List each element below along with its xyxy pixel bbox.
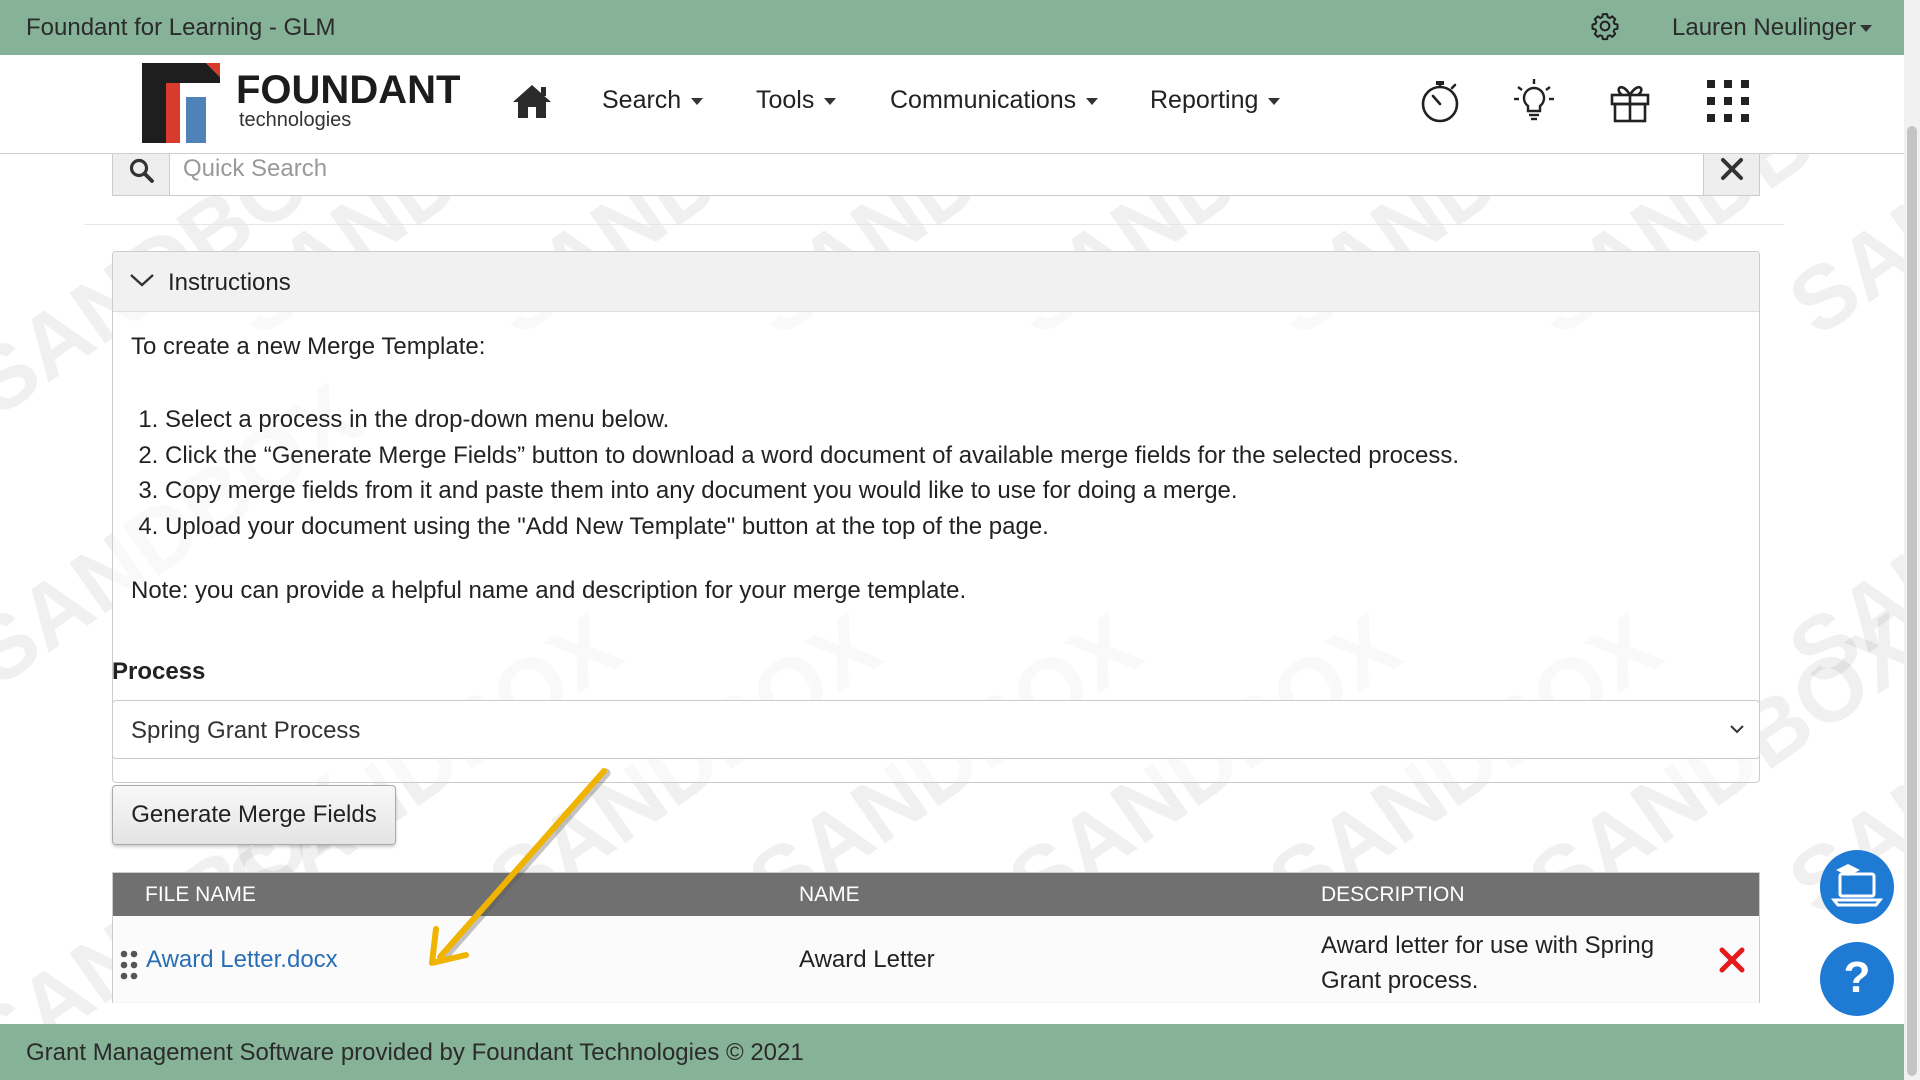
caret-down-icon bbox=[1086, 97, 1099, 105]
quick-search-bar bbox=[112, 154, 1760, 196]
nav-tools-label: Tools bbox=[756, 86, 815, 114]
drag-handle-icon[interactable] bbox=[120, 950, 138, 980]
caret-down-icon bbox=[691, 97, 704, 105]
app-title: Foundant for Learning - GLM bbox=[26, 14, 336, 41]
footer: Grant Management Software provided by Fo… bbox=[0, 1024, 1904, 1080]
instructions-toggle[interactable]: Instructions bbox=[113, 252, 1759, 312]
file-name-link[interactable]: Award Letter.docx bbox=[146, 946, 338, 974]
instructions-note: Note: you can provide a helpful name and… bbox=[131, 577, 967, 604]
instructions-intro: To create a new Merge Template: bbox=[131, 333, 486, 360]
merge-templates-table: FILE NAME NAME DESCRIPTION Award Letter.… bbox=[112, 872, 1760, 1003]
top-bar: Foundant for Learning - GLM Lauren Neuli… bbox=[0, 0, 1904, 55]
caret-down-icon bbox=[824, 97, 837, 105]
training-button[interactable] bbox=[1820, 850, 1894, 924]
caret-down-icon bbox=[1860, 25, 1873, 33]
user-menu[interactable]: Lauren Neulinger bbox=[1672, 14, 1873, 42]
nav-reporting[interactable]: Reporting bbox=[1150, 86, 1281, 115]
quick-search-input[interactable] bbox=[183, 154, 1683, 186]
generate-merge-fields-button[interactable]: Generate Merge Fields bbox=[112, 785, 396, 845]
column-header-name: NAME bbox=[799, 883, 860, 906]
sandbox-watermark: SANDBOX bbox=[1771, 154, 1904, 356]
svg-text:?: ? bbox=[1844, 953, 1871, 1002]
footer-text: Grant Management Software provided by Fo… bbox=[26, 1039, 804, 1066]
delete-icon[interactable] bbox=[1718, 946, 1746, 974]
instruction-step: Upload your document using the "Add New … bbox=[165, 509, 1459, 545]
gear-icon[interactable] bbox=[1590, 11, 1620, 41]
help-button[interactable]: ? bbox=[1820, 942, 1894, 1016]
main-content: SANDBOX SANDBOX SANDBOX SANDBOX SANDBOX … bbox=[0, 154, 1904, 1024]
table-row: Award Letter.docx Award Letter Award let… bbox=[113, 916, 1759, 1003]
annotation-arrow bbox=[429, 768, 611, 966]
nav-search-label: Search bbox=[602, 86, 682, 114]
home-icon[interactable] bbox=[510, 81, 554, 121]
process-label: Process bbox=[112, 658, 206, 685]
process-selected-value: Spring Grant Process bbox=[131, 717, 361, 744]
logo-mark-icon bbox=[142, 63, 220, 143]
main-navbar: FOUNDANT technologies Search Tools Commu… bbox=[0, 55, 1904, 154]
clear-search-button[interactable] bbox=[1703, 154, 1759, 195]
nav-search[interactable]: Search bbox=[602, 86, 704, 115]
instruction-step: Copy merge fields from it and paste them… bbox=[165, 473, 1459, 509]
page-scrollbar[interactable] bbox=[1904, 0, 1920, 1080]
question-icon: ? bbox=[1844, 953, 1871, 1002]
instructions-steps: Select a process in the drop-down menu b… bbox=[165, 402, 1459, 544]
gift-icon[interactable] bbox=[1606, 77, 1654, 125]
divider bbox=[84, 224, 1784, 225]
app-grid-icon[interactable] bbox=[1704, 77, 1752, 125]
chevron-down-icon bbox=[130, 274, 154, 287]
nav-communications-label: Communications bbox=[890, 86, 1077, 114]
nav-tools[interactable]: Tools bbox=[756, 86, 837, 115]
instructions-title: Instructions bbox=[168, 269, 291, 296]
instruction-step: Select a process in the drop-down menu b… bbox=[165, 402, 1459, 438]
column-header-file-name: FILE NAME bbox=[145, 883, 256, 906]
user-name: Lauren Neulinger bbox=[1672, 14, 1857, 41]
logo-sub-text: technologies bbox=[239, 109, 352, 131]
search-addon bbox=[113, 154, 170, 195]
nav-communications[interactable]: Communications bbox=[890, 86, 1099, 115]
table-header: FILE NAME NAME DESCRIPTION bbox=[113, 873, 1759, 916]
scrollbar-thumb[interactable] bbox=[1907, 126, 1917, 1076]
foundant-logo[interactable]: FOUNDANT technologies bbox=[136, 57, 460, 143]
sandbox-watermark: SANDBOX bbox=[1771, 365, 1904, 706]
chevron-down-icon bbox=[1730, 725, 1744, 734]
lightbulb-icon[interactable] bbox=[1510, 77, 1558, 125]
process-select[interactable]: Spring Grant Process bbox=[112, 700, 1760, 759]
caret-down-icon bbox=[1268, 97, 1281, 105]
column-header-description: DESCRIPTION bbox=[1321, 883, 1465, 906]
template-name: Award Letter bbox=[799, 946, 935, 973]
laptop-graduation-icon bbox=[1830, 864, 1884, 907]
logo-brand-text: FOUNDANT bbox=[236, 68, 461, 112]
nav-reporting-label: Reporting bbox=[1150, 86, 1259, 114]
template-description: Award letter for use with Spring Grant p… bbox=[1321, 932, 1655, 994]
search-icon bbox=[129, 158, 154, 183]
close-icon bbox=[1721, 158, 1743, 180]
stopwatch-icon[interactable] bbox=[1416, 77, 1464, 125]
instruction-step: Click the “Generate Merge Fields” button… bbox=[165, 438, 1459, 474]
